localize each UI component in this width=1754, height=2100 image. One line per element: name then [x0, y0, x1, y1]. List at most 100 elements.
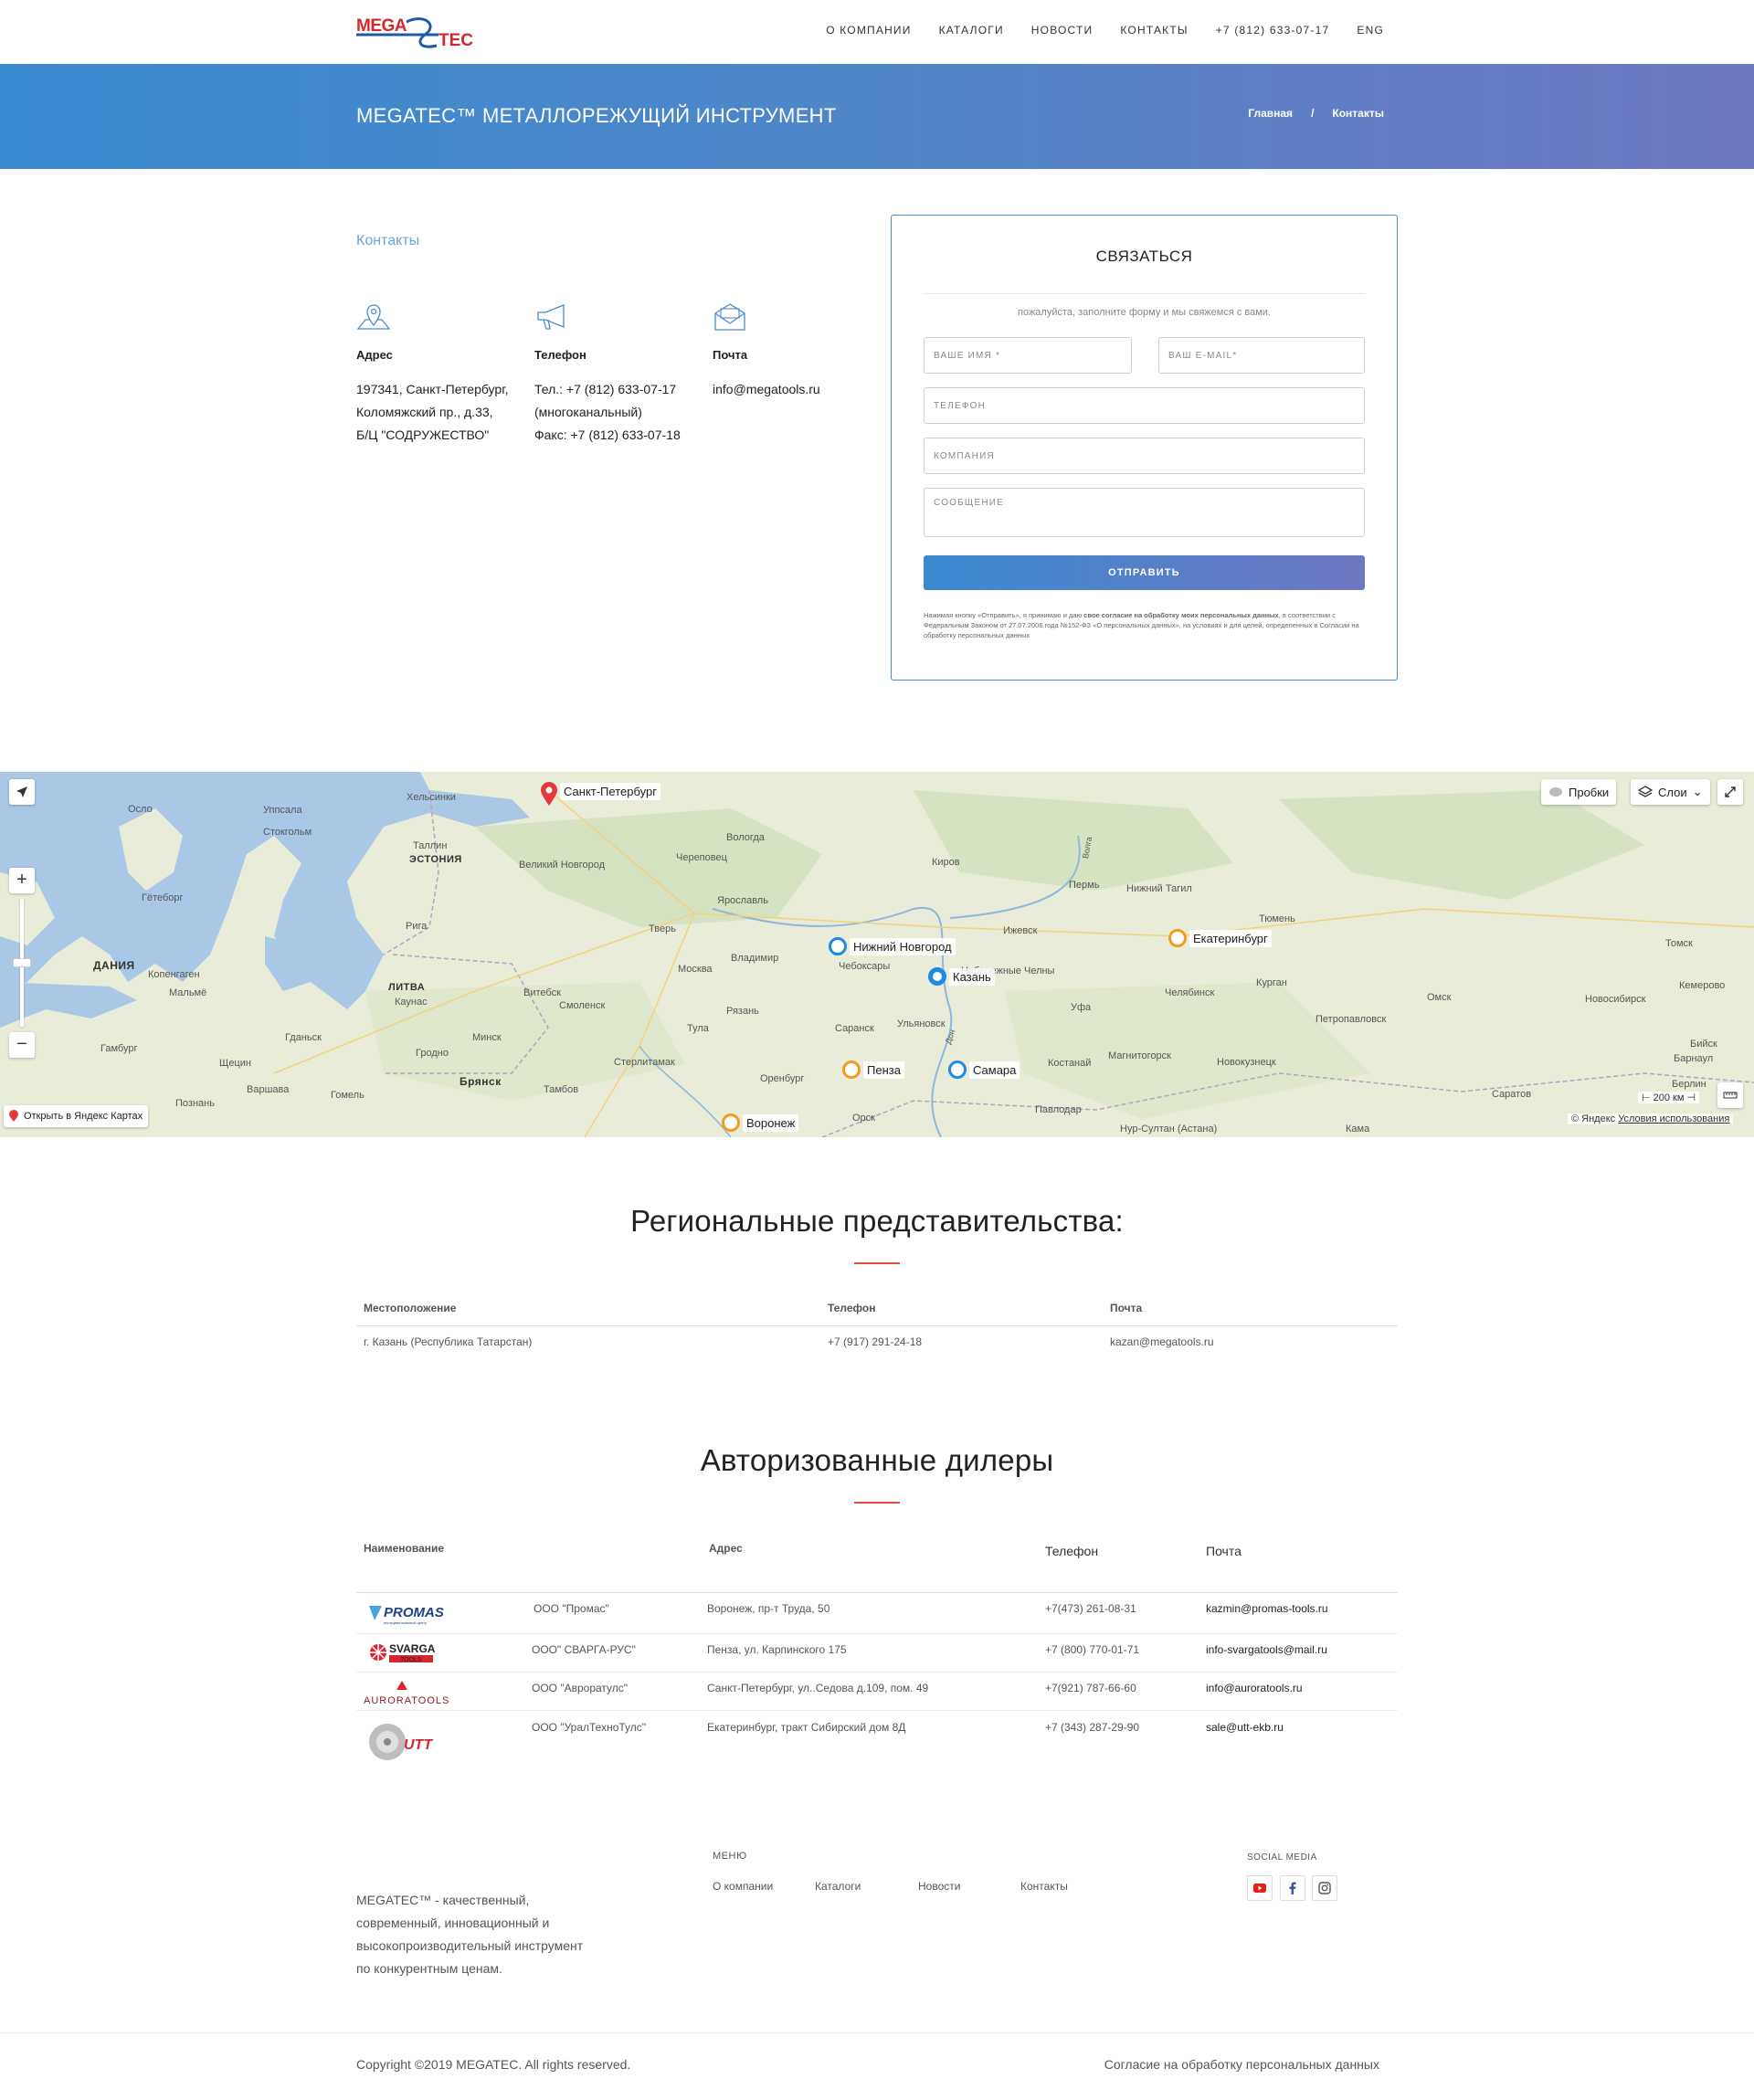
- fullscreen-button[interactable]: [1717, 779, 1743, 805]
- map-copyright: © Яндекс Условия использования: [1568, 1113, 1734, 1124]
- zoom-slider-handle[interactable]: [13, 958, 31, 967]
- nav-phone[interactable]: +7 (812) 633-07-17: [1216, 24, 1330, 37]
- map-pin-icon: [356, 304, 391, 330]
- youtube-button[interactable]: [1247, 1875, 1273, 1901]
- map-city: Таллин: [413, 840, 448, 851]
- auroratools-logo: AURORATOOLS: [364, 1681, 449, 1706]
- dealer-email[interactable]: info@auroratools.ru: [1206, 1682, 1303, 1694]
- pin-nizhny[interactable]: [829, 937, 847, 955]
- layers-button[interactable]: Слои ⌄: [1631, 779, 1710, 805]
- copyright: Copyright ©2019 MEGATEC. All rights rese…: [356, 2057, 631, 2072]
- pin-penza[interactable]: [842, 1061, 861, 1079]
- name-input[interactable]: ВАШЕ ИМЯ *: [924, 337, 1132, 374]
- mail-text[interactable]: info@megatools.ru: [713, 378, 877, 401]
- dealer-phone[interactable]: +7 (800) 770-01-71: [1045, 1643, 1139, 1656]
- footer-link-catalogs[interactable]: Каталоги: [815, 1880, 861, 1893]
- svg-text:инструментальный центр: инструментальный центр: [384, 1620, 428, 1625]
- mail-title: Почта: [713, 348, 748, 362]
- ruler-button[interactable]: [1717, 1082, 1743, 1108]
- dealer-email[interactable]: kazmin@promas-tools.ru: [1206, 1602, 1328, 1615]
- megatec-logo[interactable]: MEGA TEC: [356, 15, 475, 51]
- svg-text:SVARGA: SVARGA: [389, 1642, 436, 1655]
- site-header: MEGA TEC О КОМПАНИИ КАТАЛОГИ НОВОСТИ КОН…: [0, 0, 1754, 64]
- map-city: Тверь: [649, 923, 676, 934]
- consent-link[interactable]: свое согласие на обработку моих персонал…: [1083, 611, 1278, 619]
- dealer-phone[interactable]: +7 (343) 287-29-90: [1045, 1721, 1139, 1734]
- nav-news[interactable]: НОВОСТИ: [1031, 24, 1094, 37]
- zoom-out-button[interactable]: −: [9, 1032, 35, 1058]
- promas-logo: PROMAS инструментальный центр: [369, 1605, 444, 1625]
- dealer-phone[interactable]: +7(921) 787-66-60: [1045, 1682, 1136, 1694]
- pin-label-spb[interactable]: Санкт-Петербург: [560, 783, 660, 800]
- map-city: Ульяновск: [897, 1018, 946, 1029]
- open-yandex-maps-button[interactable]: Открыть в Яндекс Картах: [4, 1105, 149, 1127]
- geolocation-button[interactable]: [9, 779, 35, 805]
- main-nav: О КОМПАНИИ КАТАЛОГИ НОВОСТИ КОНТАКТЫ +7 …: [826, 24, 1384, 37]
- dealers-table-divider: [356, 1592, 1398, 1593]
- location-pin-icon[interactable]: [539, 781, 559, 807]
- dealer-name: ООО "Авроратулс": [532, 1682, 629, 1694]
- map-city: Нур-Султан (Астана): [1120, 1124, 1218, 1134]
- email-input[interactable]: ВАШ E-MAIL*: [1158, 337, 1365, 374]
- map-city: Павлодар: [1035, 1104, 1082, 1115]
- logo-mega-text: MEGA: [356, 16, 407, 36]
- map-city: Уппсала: [263, 805, 302, 816]
- dealer-phone[interactable]: +7(473) 261-08-31: [1045, 1602, 1136, 1615]
- pin-label-nizhny[interactable]: Нижний Новгород: [850, 938, 956, 955]
- pin-samara[interactable]: [948, 1061, 967, 1079]
- yandex-map[interactable]: ДАНИЯ ЭСТОНИЯ ЛИТВА Брянск Осло Хельсинк…: [0, 772, 1754, 1137]
- pin-label-samara[interactable]: Самара: [969, 1061, 1020, 1079]
- dealer-email[interactable]: info-svargatools@mail.ru: [1206, 1643, 1327, 1656]
- regional-cell-email[interactable]: kazan@megatools.ru: [1110, 1335, 1214, 1348]
- map-city: Ярославль: [717, 895, 768, 906]
- company-input[interactable]: КОМПАНИЯ: [924, 438, 1365, 474]
- map-terms-link[interactable]: Условия использования: [1618, 1113, 1729, 1124]
- pin-label-kazan[interactable]: Казань: [949, 968, 995, 986]
- footer-link-contacts[interactable]: Контакты: [1020, 1880, 1068, 1893]
- form-subtitle: пожалуйста, заполните форму и мы свяжемс…: [1018, 307, 1271, 318]
- phone-block: Телефон Тел.: +7 (812) 633-07-17 (многок…: [534, 301, 699, 447]
- consent-text: Нажимая кнопку «Отправить», я принимаю и…: [924, 611, 1359, 639]
- traffic-light-icon: [1549, 787, 1562, 797]
- pin-label-voronezh[interactable]: Воронеж: [743, 1114, 799, 1132]
- phone-title: Телефон: [534, 348, 586, 362]
- message-textarea[interactable]: СООБЩЕНИЕ: [924, 488, 1365, 537]
- phone-input[interactable]: ТЕЛЕФОН: [924, 387, 1365, 424]
- nav-contacts[interactable]: КОНТАКТЫ: [1120, 24, 1188, 37]
- pin-label-yekaterinburg[interactable]: Екатеринбург: [1189, 930, 1272, 947]
- pin-kazan[interactable]: [928, 967, 946, 986]
- svarga-logo: SVARGA TOOLS: [370, 1642, 436, 1663]
- pin-yekaterinburg[interactable]: [1168, 929, 1187, 947]
- map-city: Хельсинки: [407, 792, 456, 803]
- pin-voronezh[interactable]: [722, 1113, 740, 1132]
- zoom-in-button[interactable]: +: [9, 868, 35, 893]
- map-label-estonia: ЭСТОНИЯ: [409, 854, 462, 865]
- map-city: Барнаул: [1674, 1053, 1714, 1064]
- map-city: Витебск: [523, 987, 561, 998]
- footer-link-news[interactable]: Новости: [918, 1880, 960, 1893]
- nav-catalogs[interactable]: КАТАЛОГИ: [939, 24, 1004, 37]
- nav-about[interactable]: О КОМПАНИИ: [826, 24, 911, 37]
- dealer-address: Воронеж, пр-т Труда, 50: [707, 1602, 830, 1615]
- pin-label-penza[interactable]: Пенза: [863, 1061, 904, 1079]
- map-city: Мальмё: [169, 987, 207, 998]
- privacy-consent-link[interactable]: Согласие на обработку персональных данны…: [1104, 2057, 1379, 2072]
- map-city: Москва: [678, 964, 713, 975]
- map-label-belarus: Брянск: [460, 1075, 502, 1088]
- address-title: Адрес: [356, 348, 393, 362]
- instagram-button[interactable]: [1312, 1875, 1337, 1901]
- submit-button[interactable]: ОТПРАВИТЬ: [924, 555, 1365, 590]
- regional-cell-phone[interactable]: +7 (917) 291-24-18: [828, 1335, 922, 1348]
- footer-link-about[interactable]: О компании: [713, 1880, 773, 1893]
- facebook-button[interactable]: [1280, 1875, 1305, 1901]
- utt-logo: UTT: [369, 1724, 433, 1760]
- nav-lang[interactable]: ENG: [1357, 24, 1384, 37]
- dealer-email[interactable]: sale@utt-ekb.ru: [1206, 1721, 1284, 1734]
- map-city: Орск: [852, 1113, 875, 1124]
- zoom-slider[interactable]: [13, 899, 31, 1027]
- dealer-name: ООО "УралТехноТулс": [532, 1721, 647, 1734]
- traffic-button[interactable]: Пробки: [1541, 779, 1617, 805]
- facebook-icon: [1289, 1882, 1296, 1894]
- map-city: Щецин: [219, 1058, 251, 1069]
- breadcrumb-home[interactable]: Главная: [1248, 107, 1293, 120]
